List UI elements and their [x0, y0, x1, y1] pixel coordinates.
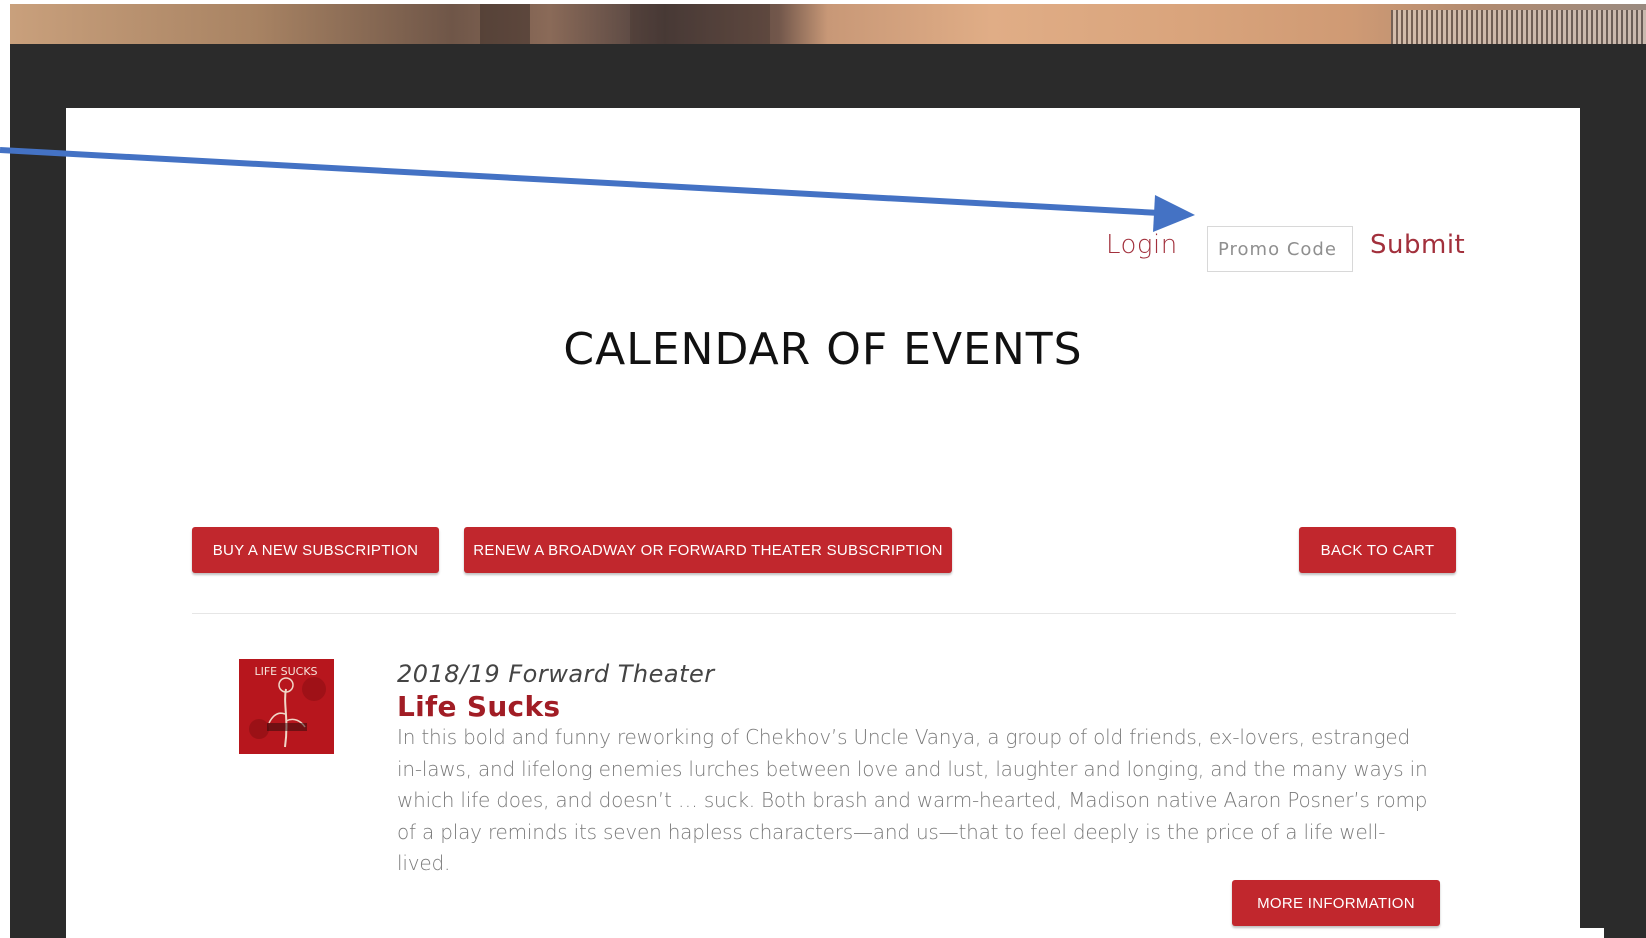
- back-to-cart-button[interactable]: BACK TO CART: [1299, 527, 1456, 573]
- page-root: Login Submit CALENDAR OF EVENTS BUY A NE…: [0, 0, 1646, 938]
- section-divider: [192, 613, 1456, 614]
- rose-poster-icon[interactable]: LIFE SUCKS: [239, 659, 334, 754]
- event-description: In this bold and funny reworking of Chek…: [397, 725, 1428, 875]
- poster-thumb-text: LIFE SUCKS: [254, 665, 317, 678]
- renew-subscription-button[interactable]: RENEW A BROADWAY OR FORWARD THEATER SUBS…: [464, 527, 952, 573]
- hero-railing-image: [1391, 10, 1646, 44]
- buy-subscription-button[interactable]: BUY A NEW SUBSCRIPTION: [192, 527, 439, 573]
- hero-photo-strip: [10, 4, 1646, 44]
- page-title: CALENDAR OF EVENTS: [563, 324, 1083, 375]
- event-title[interactable]: Life Sucks: [397, 690, 560, 723]
- login-link[interactable]: Login: [1106, 230, 1178, 260]
- more-information-button[interactable]: MORE INFORMATION: [1232, 880, 1440, 926]
- promo-submit-link[interactable]: Submit: [1370, 230, 1465, 260]
- event-season: 2018/19 Forward Theater: [397, 660, 715, 688]
- promo-code-input[interactable]: [1207, 226, 1353, 272]
